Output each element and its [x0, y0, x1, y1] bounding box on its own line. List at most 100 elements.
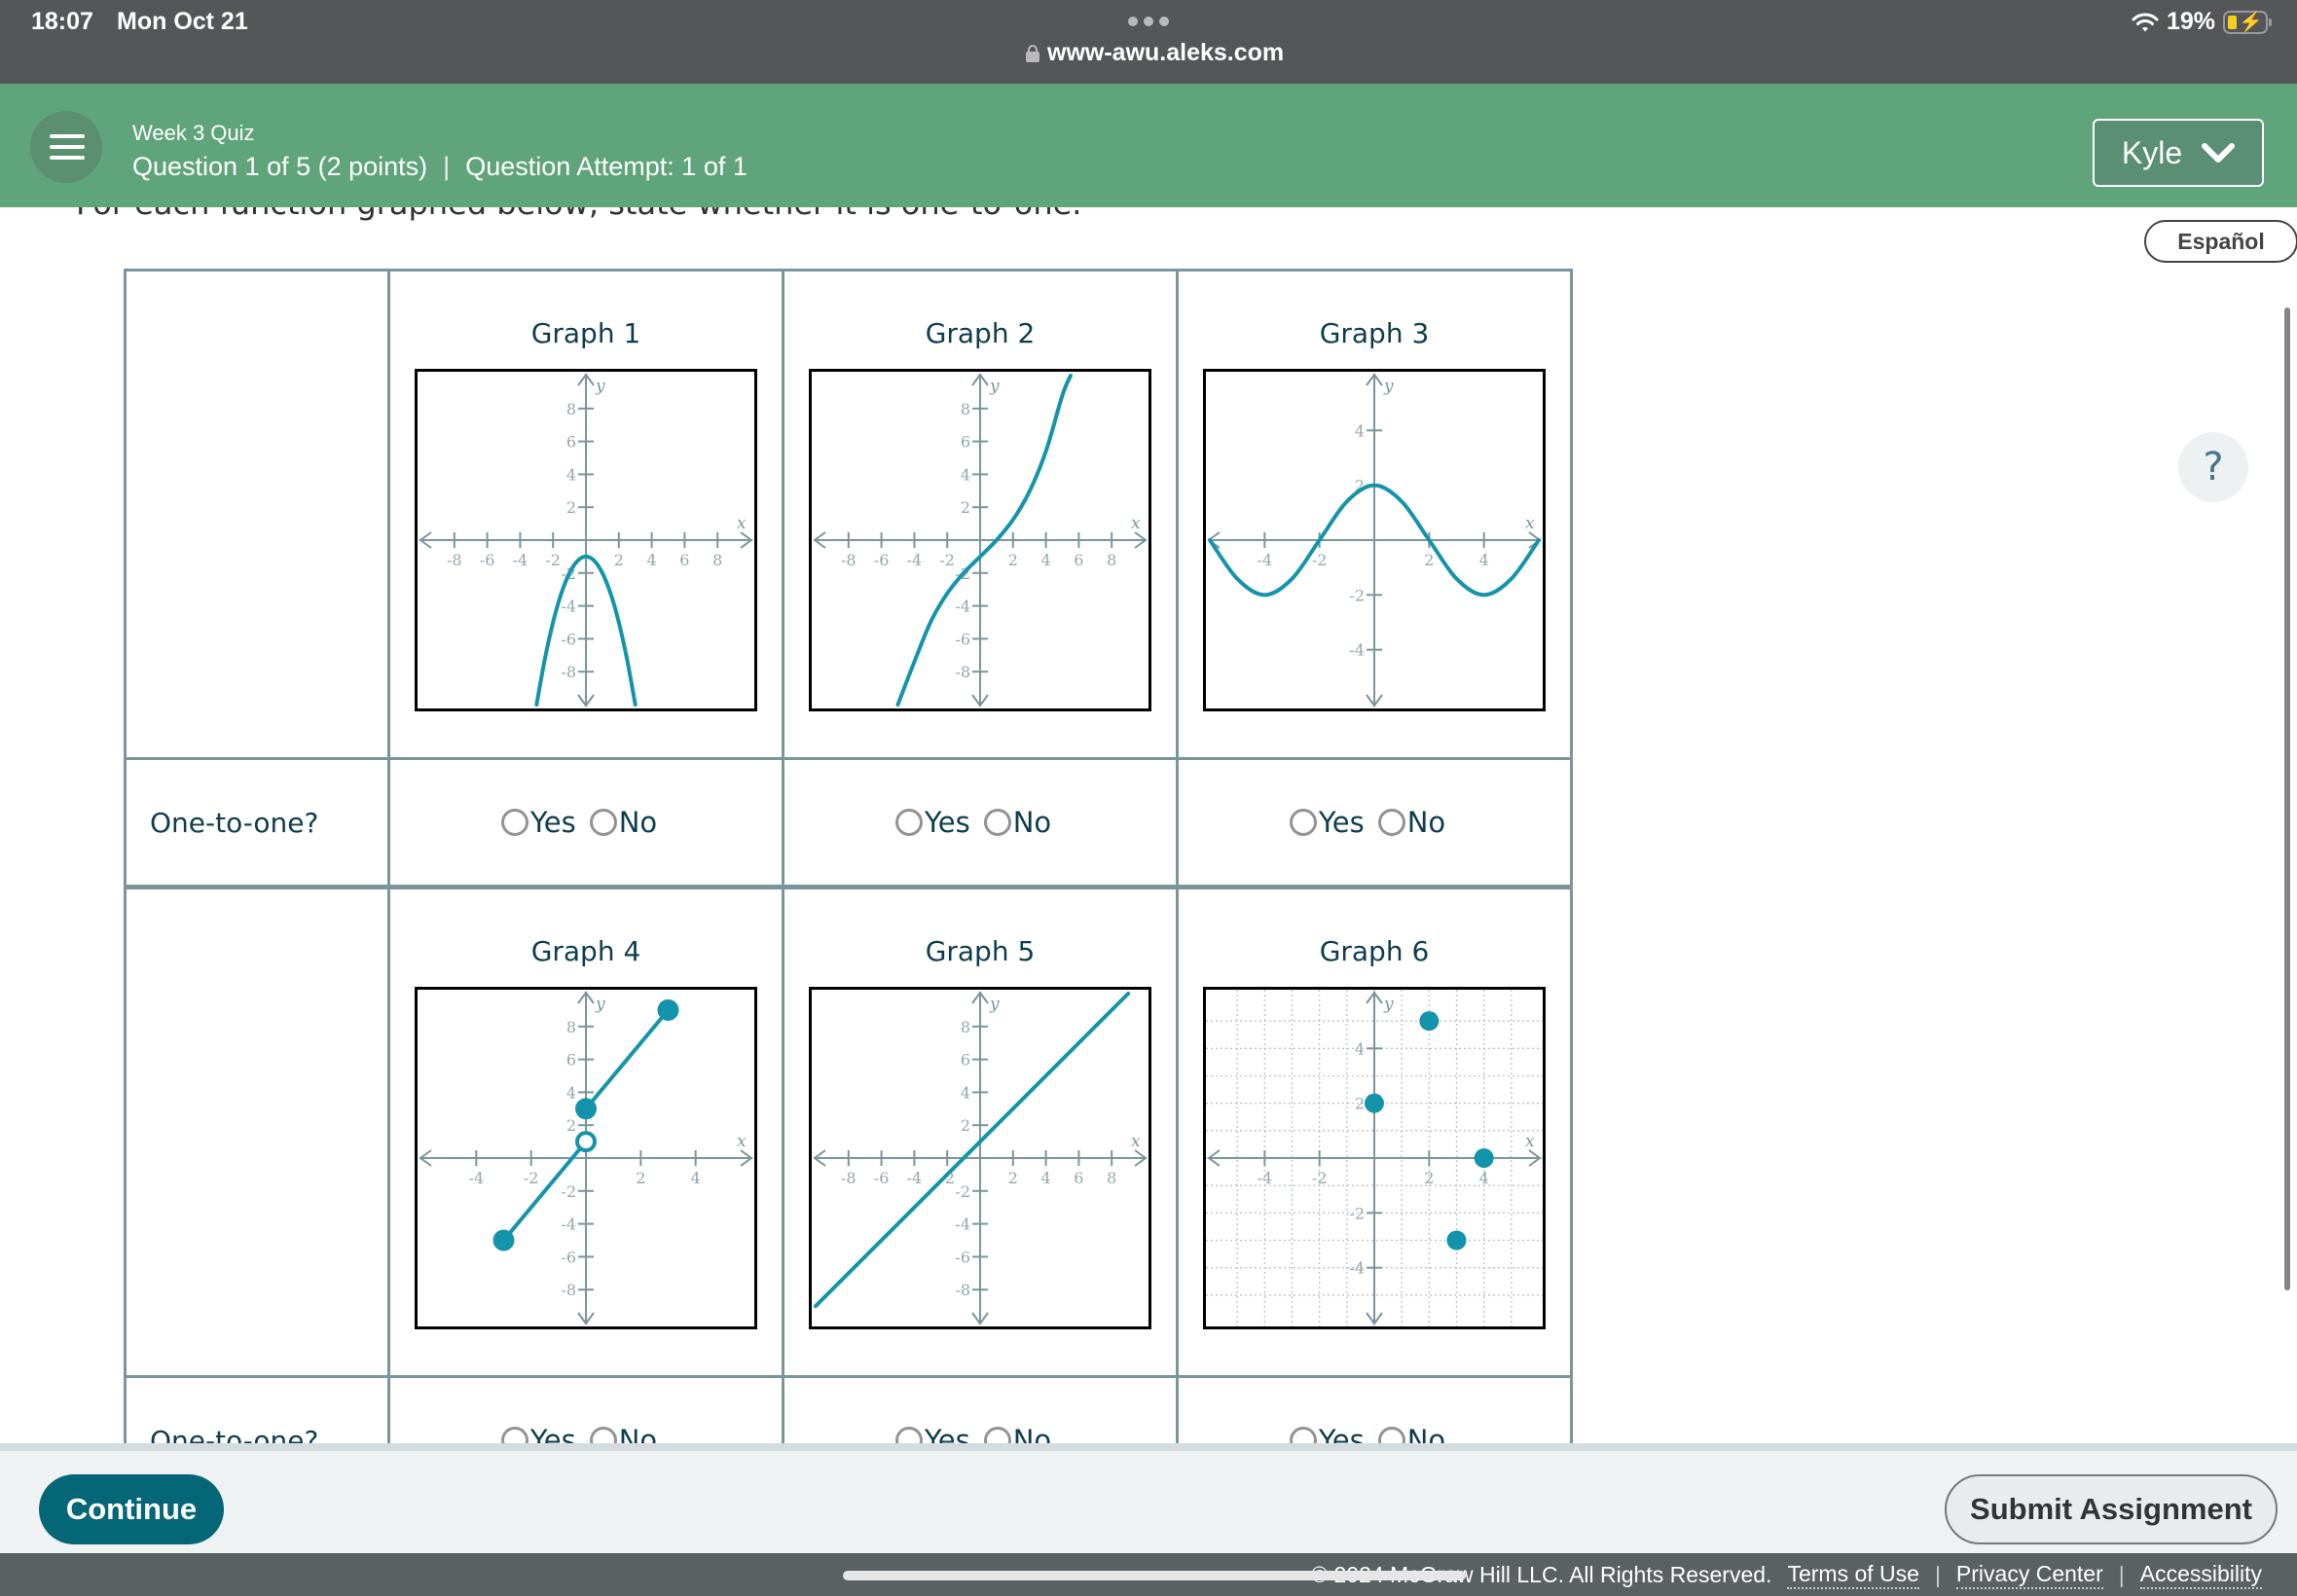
wifi-icon — [2132, 13, 2159, 31]
radio-button[interactable] — [1289, 808, 1317, 836]
x-tick-label: 4 — [1479, 551, 1489, 569]
x-tick-label: -6 — [874, 1169, 890, 1187]
y-axis-label: y — [989, 995, 1000, 1014]
url-text: www-awu.aleks.com — [1047, 39, 1285, 66]
graph-cell: Graph 3 x y -4 -2 2 4 -4 -2 2 4 — [1176, 269, 1573, 760]
graph-2: x y -8 -6 -4 -2 2 4 6 8 -8 -6 -4 -2 2 4 6 8 — [809, 369, 1151, 711]
terms-of-use-link[interactable]: Terms of Use — [1787, 1561, 1919, 1589]
status-date: Mon Oct 21 — [117, 8, 248, 35]
privacy-center-link[interactable]: Privacy Center — [1955, 1561, 2103, 1589]
answer-row-1: One-to-one? Yes No Yes No Yes No — [124, 757, 1573, 889]
x-axis-label: x — [737, 514, 747, 533]
x-tick-label: -8 — [841, 1169, 857, 1187]
radio-button[interactable] — [983, 808, 1011, 836]
open-endpoint — [575, 1131, 597, 1153]
y-tick-label: 8 — [566, 400, 576, 418]
closed-endpoint — [657, 998, 679, 1021]
data-point — [1474, 1148, 1494, 1168]
radio-button[interactable] — [1377, 808, 1405, 836]
accessibility-link[interactable]: Accessibility — [2139, 1561, 2262, 1589]
radio-yes-graph-3[interactable]: Yes — [1289, 806, 1365, 839]
graph-cell: Graph 2 x y -8 -6 -4 -2 2 4 6 8 -8 -6 -4 -2 2 4 6 8 — [782, 269, 1179, 760]
user-menu-button[interactable]: Kyle — [2093, 119, 2264, 187]
question-info: Question 1 of 5 (2 points) | Question At… — [132, 152, 747, 182]
vertical-scrollbar[interactable] — [2284, 308, 2290, 1290]
line-segment — [584, 1008, 671, 1110]
y-axis-label: y — [595, 377, 605, 396]
empty-cell — [124, 885, 390, 1378]
separator: | — [443, 152, 451, 181]
x-tick-label: -4 — [907, 551, 923, 569]
submit-assignment-button[interactable]: Submit Assignment — [1945, 1474, 2278, 1544]
graph-row-1: Graph 1 x y -8 -6 -4 -2 2 4 6 8 -8 -6 -4 -2 2 4 6 8 Graph… — [124, 269, 1573, 760]
y-tick-label: -2 — [561, 1182, 576, 1201]
graph-title: Graph 1 — [530, 317, 641, 349]
y-tick-label: 4 — [566, 1083, 576, 1102]
graph-cell: Graph 5 x y -8 -6 -4 -2 2 4 6 8 -8 -6 -4 -2 2 4 6 8 — [782, 885, 1179, 1378]
user-name: Kyle — [2121, 134, 2183, 170]
y-tick-label: -2 — [1349, 586, 1365, 604]
answer-cell-graph-3: Yes No — [1176, 757, 1573, 889]
data-point — [1365, 1093, 1384, 1113]
y-tick-label: -6 — [561, 630, 576, 648]
question-number: Question 1 of 5 (2 points) — [132, 152, 428, 181]
answer-row-label: One-to-one? — [150, 806, 319, 839]
x-tick-label: 2 — [1424, 551, 1434, 569]
y-tick-label: 4 — [566, 465, 576, 484]
menu-button[interactable] — [30, 111, 102, 183]
x-tick-label: 8 — [712, 551, 722, 569]
radio-no-graph-2[interactable]: No — [983, 806, 1051, 839]
lock-icon — [1026, 44, 1039, 62]
function-curve — [814, 992, 1131, 1309]
x-tick-label: -4 — [907, 1169, 923, 1187]
graph-4: x y -4 -2 2 4 -8 -6 -4 -2 2 4 6 8 — [415, 987, 757, 1329]
x-tick-label: 4 — [691, 1169, 701, 1187]
answer-cell-graph-2: Yes No — [782, 757, 1179, 889]
radio-button[interactable] — [589, 808, 617, 836]
home-indicator[interactable] — [843, 1571, 1466, 1580]
x-tick-label: -4 — [469, 1169, 485, 1187]
x-tick-label: 8 — [1107, 1169, 1116, 1187]
address-bar[interactable]: www-awu.aleks.com — [1026, 39, 1284, 67]
y-tick-label: 6 — [566, 433, 576, 452]
x-tick-label: -6 — [480, 551, 495, 569]
x-tick-label: 4 — [1041, 1169, 1051, 1187]
y-tick-label: 6 — [566, 1051, 576, 1070]
x-tick-label: -6 — [874, 551, 890, 569]
continue-button[interactable]: Continue — [39, 1474, 224, 1544]
y-tick-label: 4 — [1355, 421, 1365, 440]
radio-yes-graph-1[interactable]: Yes — [500, 806, 576, 839]
x-axis-label: x — [1131, 1132, 1141, 1151]
battery-icon: ⚡ — [2223, 10, 2272, 34]
radio-button[interactable] — [894, 808, 923, 836]
y-tick-label: -6 — [561, 1248, 576, 1266]
graph-title: Graph 4 — [530, 935, 641, 967]
graph-title: Graph 5 — [925, 935, 1036, 967]
status-bar: 18:07 Mon Oct 21 www-awu.aleks.com 19% ⚡ — [0, 0, 2297, 84]
graph-cell: Graph 6 x y -4 -2 2 4 -4 -2 2 4 — [1176, 885, 1573, 1378]
y-tick-label: 2 — [1355, 1095, 1365, 1113]
radio-no-graph-3[interactable]: No — [1377, 806, 1445, 839]
radio-yes-graph-2[interactable]: Yes — [894, 806, 970, 839]
x-tick-label: 4 — [1479, 1169, 1489, 1187]
y-tick-label: 2 — [961, 498, 970, 517]
more-dots-icon[interactable] — [1128, 17, 1169, 26]
radio-no-graph-1[interactable]: No — [589, 806, 657, 839]
x-tick-label: 2 — [1008, 551, 1018, 569]
x-tick-label: 6 — [679, 551, 689, 569]
y-tick-label: 8 — [961, 1018, 970, 1036]
radio-button[interactable] — [500, 808, 529, 836]
bottom-action-bar: Continue Submit Assignment — [0, 1443, 2297, 1553]
y-tick-label: -8 — [955, 663, 970, 681]
y-tick-label: -8 — [955, 1281, 970, 1299]
x-tick-label: -4 — [1258, 551, 1273, 569]
closed-endpoint — [575, 1098, 597, 1120]
espanol-button[interactable]: Español — [2144, 220, 2297, 263]
x-tick-label: 2 — [1008, 1169, 1018, 1187]
graph-title: Graph 3 — [1319, 317, 1430, 349]
closed-endpoint — [492, 1229, 515, 1251]
y-axis-label: y — [1383, 995, 1394, 1014]
help-icon[interactable]: ? — [2178, 432, 2248, 502]
x-tick-label: -4 — [1258, 1169, 1273, 1187]
y-tick-label: -8 — [561, 663, 576, 681]
